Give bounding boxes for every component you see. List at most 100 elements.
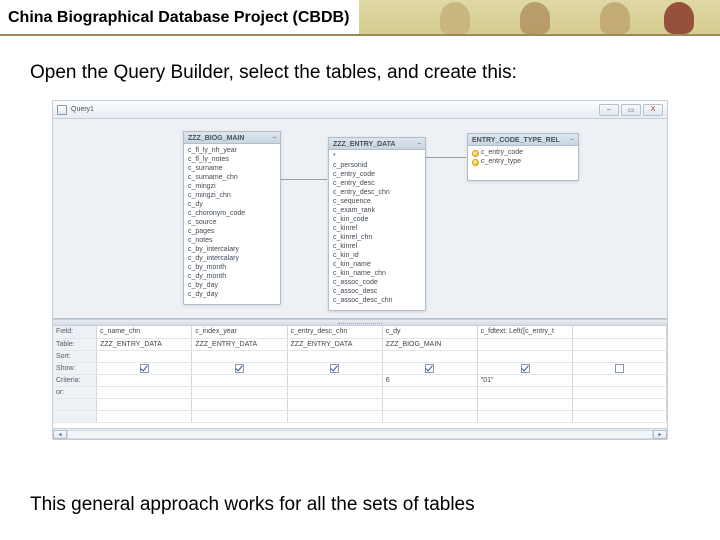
grid-cell-sort[interactable] [477,350,573,362]
grid-cell-field[interactable]: c_entry_desc_chn [287,326,382,338]
table-field[interactable]: c_dy_intercalary [184,254,280,263]
query-design-grid[interactable]: Field: c_name_chn c_index_year c_entry_d… [53,326,667,438]
table-field[interactable]: c_entry_desc [329,179,425,188]
grid-cell-criteria[interactable]: "01" [477,374,573,386]
show-checkbox[interactable] [235,364,244,373]
table-field[interactable]: c_dy_day [184,290,280,299]
table-field[interactable]: c_assoc_desc_chn [329,296,425,305]
table-field[interactable]: c_kinrel [329,242,425,251]
grid-cell-show[interactable] [97,362,192,374]
table-field[interactable]: c_dy [184,200,280,209]
grid-cell-or[interactable] [382,386,477,398]
grid-cell-or[interactable] [573,386,667,398]
grid-cell-table[interactable]: ZZZ_ENTRY_DATA [97,338,192,350]
scroll-left-button[interactable]: ◂ [53,430,67,439]
grid-cell-criteria[interactable] [287,374,382,386]
pane-splitter[interactable] [53,319,667,326]
table-field[interactable]: c_entry_code [329,170,425,179]
grid-cell-show[interactable] [573,362,667,374]
grid-cell-sort[interactable] [97,350,192,362]
grid-cell-sort[interactable] [287,350,382,362]
table-field[interactable]: c_surname_chn [184,173,280,182]
table-zzz-entry-data[interactable]: ZZZ_ENTRY_DATA – * c_personid c_entry_co… [328,137,426,311]
grid-cell-field[interactable]: c_index_year [192,326,287,338]
table-zzz-biog-main[interactable]: ZZZ_BIOG_MAIN – c_fl_ly_nh_year c_fl_ly_… [183,131,281,305]
show-checkbox[interactable] [425,364,434,373]
table-field[interactable]: c_kin_name_chn [329,269,425,278]
grid-cell-show[interactable] [477,362,573,374]
window-maximize-button[interactable]: ▭ [621,104,641,116]
table-close-icon[interactable]: – [571,137,574,143]
grid-cell-table[interactable] [477,338,573,350]
grid-cell-or[interactable] [97,386,192,398]
window-close-button[interactable]: X [643,104,663,116]
table-field[interactable]: c_fl_ly_notes [184,155,280,164]
window-minimize-button[interactable]: – [599,104,619,116]
grid-cell-criteria[interactable] [573,374,667,386]
table-entry-code-type-rel[interactable]: ENTRY_CODE_TYPE_REL – c_entry_code c_ent… [467,133,579,181]
table-field[interactable]: c_mingzi_chn [184,191,280,200]
table-caption[interactable]: ZZZ_BIOG_MAIN – [184,132,280,144]
grid-cell-field[interactable]: c_name_chn [97,326,192,338]
table-field-list[interactable]: c_fl_ly_nh_year c_fl_ly_notes c_surname … [184,144,280,301]
table-field[interactable]: c_personid [329,161,425,170]
grid-cell-criteria[interactable]: 6 [382,374,477,386]
table-field[interactable]: c_assoc_code [329,278,425,287]
grid-cell-field[interactable] [573,326,667,338]
table-field[interactable]: * [329,152,425,161]
grid-cell-field[interactable]: c_dy [382,326,477,338]
table-field[interactable]: c_entry_code [468,148,578,157]
table-field[interactable]: c_pages [184,227,280,236]
table-caption[interactable]: ZZZ_ENTRY_DATA – [329,138,425,150]
table-field[interactable]: c_choronym_code [184,209,280,218]
scroll-right-button[interactable]: ▸ [653,430,667,439]
table-caption[interactable]: ENTRY_CODE_TYPE_REL – [468,134,578,146]
table-field[interactable]: c_kin_code [329,215,425,224]
table-field[interactable]: c_source [184,218,280,227]
show-checkbox[interactable] [615,364,624,373]
grid-cell-table[interactable] [573,338,667,350]
show-checkbox[interactable] [330,364,339,373]
table-field[interactable]: c_entry_type [468,157,578,166]
grid-cell-or[interactable] [287,386,382,398]
table-field-list[interactable]: * c_personid c_entry_code c_entry_desc c… [329,150,425,307]
scroll-track[interactable] [67,430,653,439]
table-field[interactable]: c_kin_id [329,251,425,260]
table-field[interactable]: c_mingzi [184,182,280,191]
table-field[interactable]: c_by_day [184,281,280,290]
table-field[interactable]: c_surname [184,164,280,173]
table-field[interactable]: c_kinrel_chn [329,233,425,242]
table-field-list[interactable]: c_entry_code c_entry_type [468,146,578,168]
table-field[interactable]: c_exam_rank [329,206,425,215]
table-field[interactable]: c_by_intercalary [184,245,280,254]
horizontal-scrollbar[interactable]: ◂ ▸ [53,428,667,438]
grid-cell-show[interactable] [382,362,477,374]
table-field[interactable]: c_kinrel [329,224,425,233]
grid-cell-show[interactable] [287,362,382,374]
table-field[interactable]: c_notes [184,236,280,245]
grid-cell-show[interactable] [192,362,287,374]
grid-cell-or[interactable] [477,386,573,398]
grid-cell-or[interactable] [192,386,287,398]
table-field[interactable]: c_by_month [184,263,280,272]
table-close-icon[interactable]: – [418,141,421,147]
table-field[interactable]: c_dy_month [184,272,280,281]
grid-cell-table[interactable]: ZZZ_BIOG_MAIN [382,338,477,350]
grid-cell-criteria[interactable] [192,374,287,386]
table-field[interactable]: c_kin_name [329,260,425,269]
show-checkbox[interactable] [521,364,530,373]
grid-cell-field[interactable]: c_fdtext: Left([c_entry_t [477,326,573,338]
grid-cell-sort[interactable] [192,350,287,362]
show-checkbox[interactable] [140,364,149,373]
table-field[interactable]: c_entry_desc_chn [329,188,425,197]
table-designer-pane[interactable]: ZZZ_BIOG_MAIN – c_fl_ly_nh_year c_fl_ly_… [53,119,667,319]
table-field[interactable]: c_assoc_desc [329,287,425,296]
grid-cell-criteria[interactable] [97,374,192,386]
grid-cell-table[interactable]: ZZZ_ENTRY_DATA [287,338,382,350]
table-field[interactable]: c_sequence [329,197,425,206]
table-field[interactable]: c_fl_ly_nh_year [184,146,280,155]
grid-cell-sort[interactable] [573,350,667,362]
grid-cell-sort[interactable] [382,350,477,362]
grid-cell-table[interactable]: ZZZ_ENTRY_DATA [192,338,287,350]
table-close-icon[interactable]: – [273,135,276,141]
